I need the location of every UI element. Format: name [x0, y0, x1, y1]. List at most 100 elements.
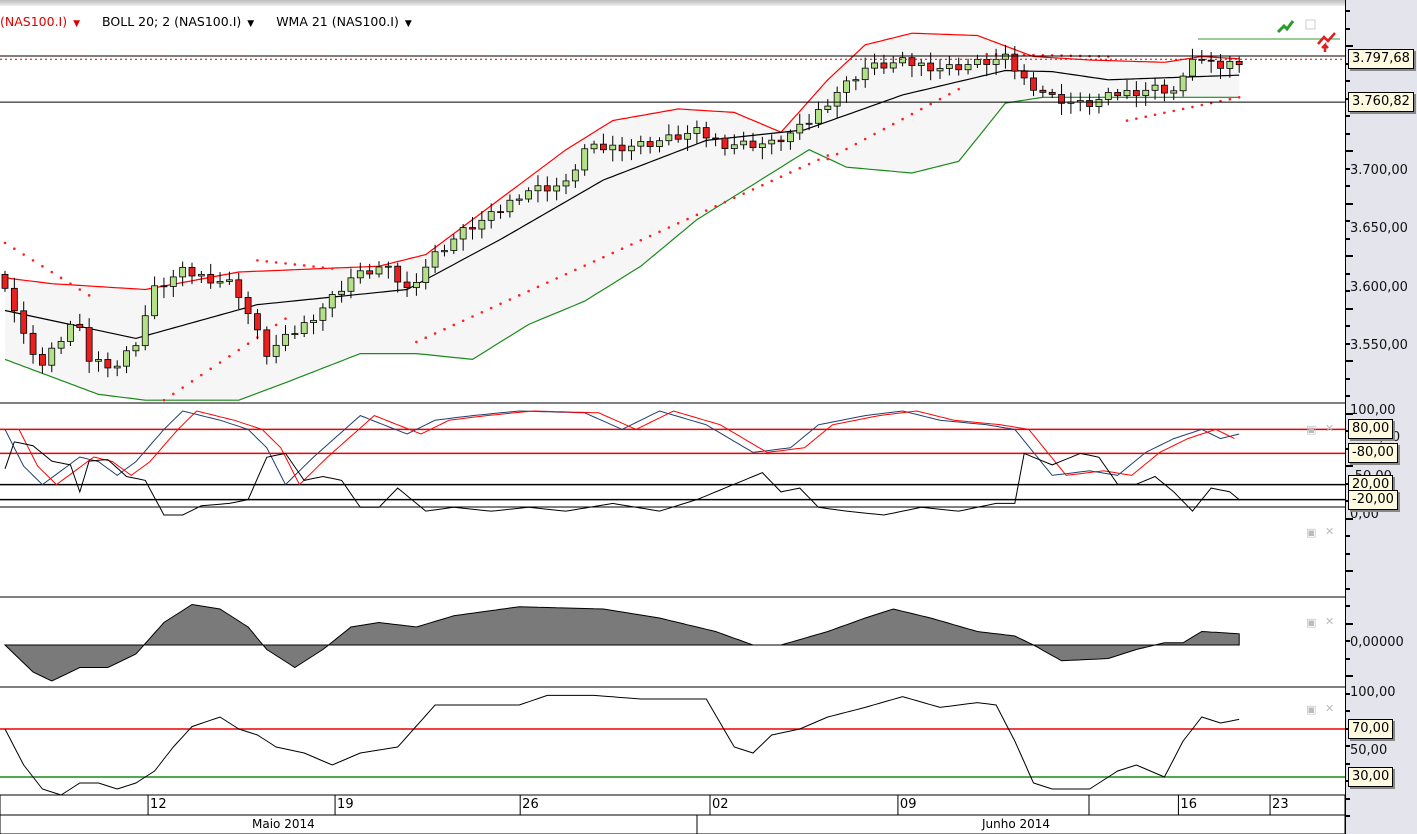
candle-up — [216, 281, 224, 284]
candle-up — [506, 199, 514, 213]
date-label: 23 — [1272, 797, 1289, 812]
candle-down — [702, 127, 710, 139]
panel-maximize-icon[interactable]: ▣ — [1306, 423, 1316, 436]
sar-dot — [78, 288, 82, 291]
axis-tick — [1346, 552, 1350, 555]
sar-dot — [1237, 95, 1241, 99]
sar-dot — [779, 175, 783, 179]
candle-up — [1170, 90, 1178, 94]
axis-tick — [1346, 465, 1353, 467]
sar-dot — [162, 398, 166, 402]
candle-up — [899, 57, 906, 64]
sar-dot — [826, 157, 830, 161]
candle-down — [1207, 59, 1215, 62]
price-tick-label: 3.600,00 — [1350, 279, 1408, 295]
axis-tick — [1346, 80, 1350, 82]
candle-up — [964, 64, 972, 71]
candle-up — [889, 62, 897, 69]
window-icon[interactable] — [1305, 19, 1316, 30]
candle-up — [917, 62, 925, 66]
candle-up — [1226, 60, 1234, 69]
axis-tick — [1346, 202, 1353, 205]
sar-dot — [415, 340, 418, 344]
axis-tick — [1346, 535, 1350, 537]
candle-up — [328, 294, 336, 309]
candle-down — [749, 140, 757, 149]
axis-tick — [1346, 272, 1350, 275]
panel-close-icon[interactable]: ✕ — [1325, 702, 1334, 715]
sar-dot — [910, 112, 914, 116]
sar-dot — [742, 192, 745, 195]
sar-dot — [1191, 105, 1194, 109]
candle-down — [263, 329, 271, 357]
candle-down — [543, 185, 551, 192]
candle-up — [441, 250, 448, 253]
sar-dot — [695, 213, 699, 217]
axis-tick — [1346, 45, 1353, 47]
axis-tick — [1346, 622, 1353, 625]
candle-down — [721, 137, 729, 149]
candle-up — [581, 148, 589, 171]
chart-plot-area[interactable] — [0, 0, 1345, 834]
candle-up — [590, 143, 598, 150]
candle-down — [712, 137, 719, 140]
sar-dot — [723, 200, 727, 204]
panel-close-icon[interactable]: ✕ — [1325, 525, 1334, 538]
candle-up — [871, 62, 878, 69]
sar-dot — [1135, 117, 1138, 120]
candle-down — [403, 281, 411, 289]
stochastic-panel — [0, 410, 1345, 486]
candle-up — [571, 169, 579, 182]
alert-arrow-icon[interactable] — [1317, 32, 1336, 52]
sar-dot — [452, 323, 456, 327]
sar-dot — [209, 367, 212, 371]
sar-dot — [630, 243, 633, 246]
candle-up — [1095, 99, 1103, 107]
panel-close-icon[interactable]: ✕ — [1325, 422, 1334, 435]
candle-up — [282, 333, 289, 346]
axis-tick — [1346, 797, 1350, 800]
sar-dot — [667, 226, 671, 229]
price-panel — [0, 32, 1345, 402]
sar-dot — [87, 294, 91, 297]
candle-down — [1114, 92, 1122, 97]
candle-up — [123, 350, 130, 367]
candle-up — [197, 273, 205, 277]
axis-tick — [1346, 360, 1353, 362]
sar-dot — [433, 332, 437, 335]
sar-dot — [658, 230, 661, 234]
candle-up — [553, 185, 561, 192]
sar-dot — [517, 294, 521, 297]
sar-dot — [508, 298, 512, 301]
sar-dot — [648, 234, 652, 238]
candle-up — [861, 67, 869, 81]
candle-down — [10, 287, 18, 312]
price-tick-label: 3.550,00 — [1350, 337, 1408, 353]
candle-up — [1179, 75, 1187, 92]
sar-dot — [873, 132, 876, 136]
panel-close-icon[interactable]: ✕ — [1325, 615, 1334, 628]
rsi-tick-label: 50,00 — [1350, 743, 1388, 758]
candle-up — [450, 238, 458, 251]
value-axis[interactable]: 3.700,00 3.650,00 3.600,00 3.550,00 3.797,68… — [1345, 0, 1417, 834]
trend-up-icon[interactable] — [1276, 20, 1295, 34]
candle-down — [85, 327, 93, 362]
candle-up — [1104, 92, 1112, 100]
candle-up — [787, 132, 794, 143]
panel-maximize-icon[interactable]: ▣ — [1306, 526, 1316, 539]
candle-up — [300, 322, 308, 334]
stoch-tick-label: 100,00 — [1350, 403, 1396, 418]
sar-dot — [265, 260, 269, 263]
sar-dot — [489, 306, 493, 310]
sar-dot — [22, 253, 26, 256]
axis-tick — [1346, 27, 1350, 30]
candle-down — [1086, 100, 1093, 107]
sar-dot — [751, 188, 755, 191]
candle-up — [693, 127, 701, 134]
panel-maximize-icon[interactable]: ▣ — [1306, 703, 1316, 716]
sar-dot — [31, 259, 35, 262]
candle-up — [272, 344, 280, 357]
panel-maximize-icon[interactable]: ▣ — [1306, 616, 1316, 629]
stoch-k-line — [4, 410, 1240, 486]
axis-tick — [1346, 255, 1353, 257]
